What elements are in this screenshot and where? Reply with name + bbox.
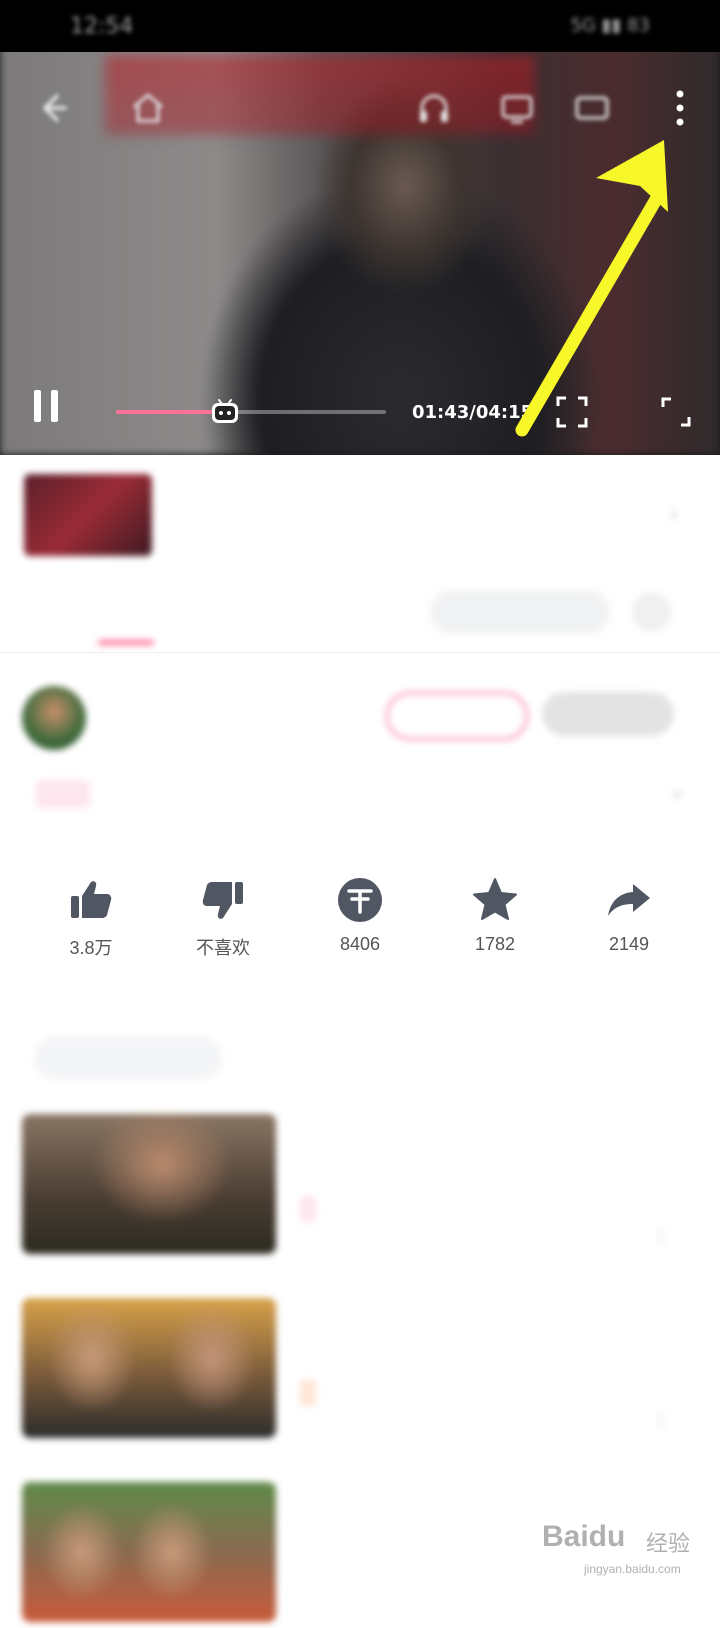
danmaku-toggle-icon[interactable] bbox=[632, 592, 672, 632]
headphone-icon[interactable] bbox=[412, 86, 456, 130]
collection-thumbnail bbox=[24, 474, 152, 556]
rec-tag bbox=[300, 1196, 316, 1222]
more-vertical-icon[interactable]: ⋮ bbox=[652, 1410, 670, 1431]
favorite-button[interactable]: 1782 bbox=[440, 876, 550, 980]
uploader-row bbox=[22, 684, 702, 754]
thumb-down-icon bbox=[202, 882, 243, 919]
coin-icon bbox=[338, 878, 382, 922]
video-title-row: ⌄ bbox=[36, 774, 686, 814]
fullscreen-icon[interactable] bbox=[656, 392, 696, 432]
follow-button[interactable] bbox=[386, 692, 528, 740]
tag-chip[interactable] bbox=[34, 1036, 222, 1080]
rec-tag bbox=[300, 1380, 316, 1406]
charge-button[interactable] bbox=[542, 692, 674, 736]
like-button[interactable]: 3.8万 bbox=[36, 876, 146, 980]
divider bbox=[0, 652, 720, 653]
list-item[interactable]: ⋮ bbox=[22, 1294, 700, 1444]
watermark-url: jingyan.baidu.com bbox=[584, 1562, 681, 1576]
home-icon[interactable] bbox=[126, 86, 170, 130]
progress-thumb-icon[interactable] bbox=[210, 396, 240, 426]
video-thumbnail bbox=[22, 1114, 276, 1254]
star-icon bbox=[473, 878, 517, 920]
more-icon[interactable] bbox=[660, 84, 700, 132]
crop-icon[interactable] bbox=[552, 392, 592, 432]
more-vertical-icon[interactable]: ⋮ bbox=[652, 1226, 670, 1247]
like-count: 3.8万 bbox=[69, 938, 113, 958]
thumb-up-icon bbox=[71, 881, 112, 918]
status-indicators: 5G ▮▮ 83 bbox=[570, 15, 650, 36]
avatar[interactable] bbox=[22, 686, 86, 750]
action-bar: 3.8万 不喜欢 8406 1782 2149 bbox=[0, 876, 720, 986]
title-badge bbox=[36, 780, 90, 808]
tab-bar bbox=[0, 580, 720, 650]
share-icon bbox=[608, 884, 650, 916]
video-thumbnail bbox=[22, 1298, 276, 1438]
watermark-brand: Baidu bbox=[542, 1520, 626, 1553]
progress-fill bbox=[116, 410, 226, 414]
tv-icon[interactable] bbox=[570, 86, 614, 130]
time-display: 01:43/04:15 bbox=[412, 402, 534, 423]
dislike-label: 不喜欢 bbox=[196, 938, 250, 958]
collection-card[interactable]: › bbox=[24, 474, 696, 558]
video-player[interactable]: 12:54 5G ▮▮ 83 01:43/04:15 bbox=[0, 0, 720, 455]
coin-button[interactable]: 8406 bbox=[305, 876, 415, 980]
chevron-right-icon[interactable]: › bbox=[670, 502, 678, 526]
baidu-watermark: Baidu 经验 jingyan.baidu.com bbox=[540, 1518, 710, 1588]
favorite-count: 1782 bbox=[474, 934, 516, 954]
danmaku-input[interactable] bbox=[430, 590, 610, 634]
status-bar: 12:54 5G ▮▮ 83 bbox=[0, 0, 720, 52]
watermark-cn: 经验 bbox=[646, 1532, 691, 1557]
share-count: 2149 bbox=[608, 934, 650, 954]
pause-icon[interactable] bbox=[26, 386, 66, 426]
back-icon[interactable] bbox=[30, 86, 74, 130]
list-item[interactable]: ⋮ bbox=[22, 1110, 700, 1260]
cast-icon[interactable] bbox=[495, 86, 539, 130]
tab-indicator bbox=[98, 640, 154, 645]
coin-count: 8406 bbox=[339, 934, 381, 954]
share-button[interactable]: 2149 bbox=[574, 876, 684, 980]
progress-bar[interactable] bbox=[116, 399, 386, 423]
chevron-down-icon[interactable]: ⌄ bbox=[669, 778, 686, 802]
dislike-button[interactable]: 不喜欢 bbox=[168, 876, 278, 980]
video-thumbnail bbox=[22, 1482, 276, 1622]
status-time: 12:54 bbox=[70, 14, 134, 39]
